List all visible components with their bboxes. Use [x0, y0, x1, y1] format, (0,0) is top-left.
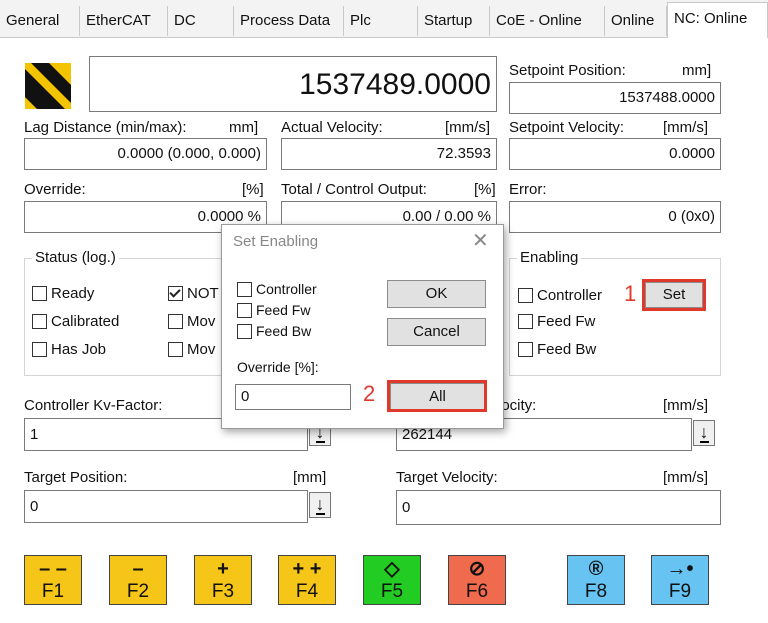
f6-stop-button[interactable]: ⊘ F6 [448, 555, 506, 605]
dialog-cancel-button[interactable]: Cancel [387, 318, 486, 346]
ref-velocity-unit: [mm/s] [663, 397, 708, 414]
checkbox [518, 288, 533, 303]
f8-reset-button[interactable]: ® F8 [567, 555, 625, 605]
checkbox [32, 314, 47, 329]
checkbox [518, 342, 533, 357]
target-velocity-field[interactable]: 0 [396, 490, 721, 525]
status-not-moving: NOT [168, 285, 219, 302]
checkbox [237, 281, 252, 297]
f1-jog-fast-backward-button[interactable]: – – F1 [24, 555, 82, 605]
dialog-override-label: Override [%]: [237, 359, 319, 375]
dialog-ok-button[interactable]: OK [387, 280, 486, 308]
checkbox [168, 314, 183, 329]
override-label: Override: [24, 181, 86, 198]
f9-reference-button[interactable]: →• F9 [651, 555, 709, 605]
total-output-unit: [%] [474, 181, 496, 198]
checkbox-checked [168, 286, 183, 301]
status-ready: Ready [32, 285, 94, 302]
target-position-field[interactable]: 0 [24, 490, 308, 523]
f4-jog-fast-forward-button[interactable]: + + F4 [278, 555, 336, 605]
annotation-step-2: 2 [363, 381, 376, 406]
actual-velocity-unit: [mm/s] [445, 119, 490, 136]
status-moving-bw: Mov [168, 341, 215, 358]
target-position-label: Target Position: [24, 469, 128, 486]
setpoint-position-label: Setpoint Position: [509, 62, 626, 79]
tab-ethercat[interactable]: EtherCAT [80, 6, 168, 36]
target-position-unit: [mm] [293, 469, 327, 486]
arrow-down-icon: ↓ [315, 494, 325, 515]
annotation-step-1: 1 [624, 281, 637, 306]
dialog-title: Set Enabling [233, 233, 319, 250]
override-unit: [%] [242, 181, 264, 198]
lag-distance-field: 0.0000 (0.000, 0.000) [24, 138, 267, 170]
tab-general[interactable]: General [0, 6, 80, 36]
f2-jog-backward-button[interactable]: – F2 [109, 555, 167, 605]
tab-process-data[interactable]: Process Data [234, 6, 344, 36]
setpoint-position-field: 1537488.0000 [509, 82, 721, 114]
set-enabling-dialog: Set Enabling ✕ Controller Feed Fw Feed B… [221, 224, 504, 429]
arrow-down-icon: ↓ [699, 422, 709, 443]
f3-jog-forward-button[interactable]: + F3 [194, 555, 252, 605]
dialog-feed-fw-checkbox[interactable]: Feed Fw [237, 302, 310, 318]
tab-nc-online[interactable]: NC: Online [667, 2, 768, 38]
target-velocity-label: Target Velocity: [396, 469, 498, 486]
enabling-feed-fw: Feed Fw [518, 313, 595, 330]
dialog-feed-bw-checkbox[interactable]: Feed Bw [237, 323, 311, 339]
checkbox [518, 314, 533, 329]
highlight-set-button [642, 279, 706, 311]
tab-coe-online[interactable]: CoE - Online [490, 6, 605, 36]
actual-velocity-label: Actual Velocity: [281, 119, 383, 136]
dialog-controller-checkbox[interactable]: Controller [237, 281, 317, 297]
setpoint-velocity-unit: [mm/s] [663, 119, 708, 136]
enabling-feed-bw: Feed Bw [518, 341, 596, 358]
lag-distance-unit: mm] [229, 119, 259, 136]
checkbox [32, 286, 47, 301]
enabling-controller: Controller [518, 287, 602, 304]
setpoint-velocity-label: Setpoint Velocity: [509, 119, 625, 136]
total-output-label: Total / Control Output: [281, 181, 427, 198]
error-label: Error: [509, 181, 547, 198]
checkbox [32, 342, 47, 357]
error-field: 0 (0x0) [509, 201, 721, 233]
lag-distance-label: Lag Distance (min/max): [24, 119, 187, 136]
setpoint-velocity-field: 0.0000 [509, 138, 721, 170]
axis-state-icon [25, 63, 71, 109]
checkbox [237, 302, 252, 318]
status-calibrated: Calibrated [32, 313, 119, 330]
target-position-download-button[interactable]: ↓ [309, 492, 331, 518]
f5-start-button[interactable]: ◇ F5 [363, 555, 421, 605]
ref-velocity-download-button[interactable]: ↓ [693, 420, 715, 446]
enabling-group-title: Enabling [517, 249, 582, 266]
checkbox [237, 323, 252, 339]
kv-factor-label: Controller Kv-Factor: [24, 397, 163, 414]
dialog-override-input[interactable]: 0 [235, 384, 351, 410]
status-group-title: Status (log.) [32, 249, 119, 266]
tab-online[interactable]: Online [605, 6, 667, 36]
setpoint-position-unit: mm] [682, 62, 712, 79]
highlight-all-button [387, 380, 487, 412]
checkbox [168, 342, 183, 357]
dialog-close-icon[interactable]: ✕ [472, 229, 489, 253]
tab-startup[interactable]: Startup [418, 6, 490, 36]
actual-velocity-field: 72.3593 [281, 138, 497, 170]
actual-position-display: 1537489.0000 [89, 56, 497, 112]
status-moving-fw: Mov [168, 313, 215, 330]
tab-dc[interactable]: DC [168, 6, 234, 36]
tab-bar: General EtherCAT DC Process Data Plc Sta… [0, 0, 768, 38]
status-has-job: Has Job [32, 341, 106, 358]
tab-plc[interactable]: Plc [344, 6, 418, 36]
target-velocity-unit: [mm/s] [663, 469, 708, 486]
